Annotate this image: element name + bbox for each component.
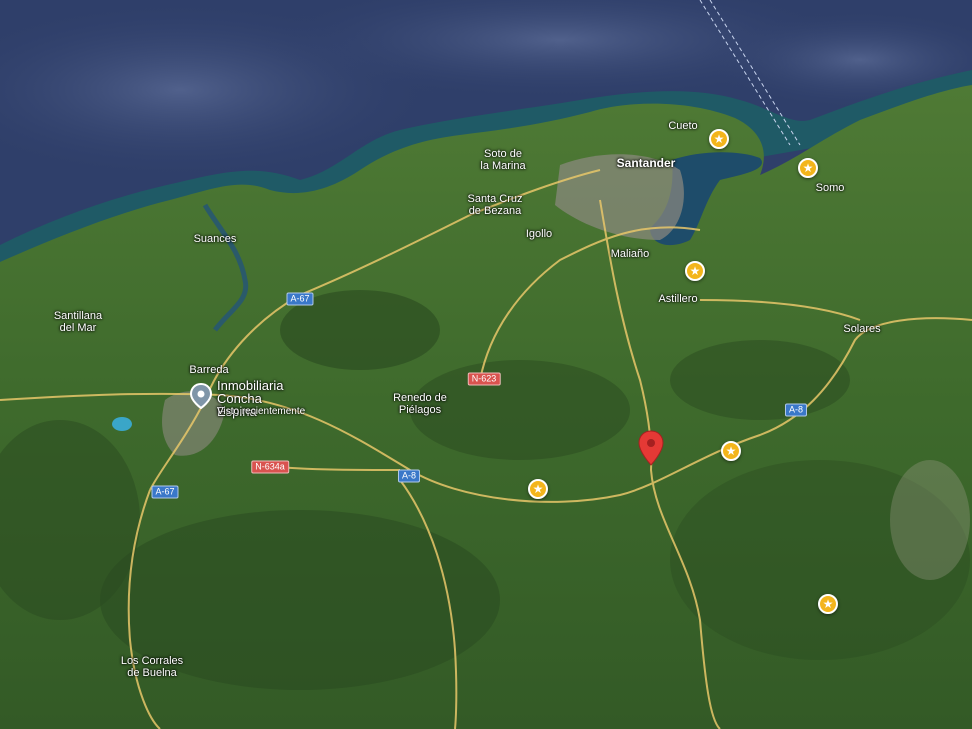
star-icon[interactable]: ★ xyxy=(721,441,741,461)
star-icon[interactable]: ★ xyxy=(709,129,729,149)
satellite-map[interactable] xyxy=(0,0,972,729)
town-label-santillana: Santillana del Mar xyxy=(53,310,103,334)
red-pin-icon[interactable] xyxy=(638,430,664,466)
road-shield-n634a: N-634a xyxy=(251,460,289,474)
star-icon[interactable]: ★ xyxy=(798,158,818,178)
town-label-renedo: Renedo de Piélagos xyxy=(393,392,447,416)
saved-place-subtitle: Visto recientemente xyxy=(217,406,306,417)
star-icon[interactable]: ★ xyxy=(685,261,705,281)
town-label-solares: Solares xyxy=(843,323,881,335)
road-shield-a67: A-67 xyxy=(151,485,179,499)
town-label-bezana: Santa Cruz de Bezana xyxy=(467,193,523,217)
town-label-somo: Somo xyxy=(815,182,845,194)
town-label-soto: Soto de la Marina xyxy=(480,148,526,172)
road-shield-a8: A-8 xyxy=(784,403,808,417)
town-label-maliano: Maliaño xyxy=(610,248,650,260)
road-shield-a8: A-8 xyxy=(397,469,421,483)
town-label-santander: Santander xyxy=(616,156,676,170)
road-shield-n623: N-623 xyxy=(467,372,501,386)
town-label-suances: Suances xyxy=(193,233,237,245)
town-label-cueto: Cueto xyxy=(668,120,698,132)
town-label-corrales: Los Corrales de Buelna xyxy=(120,655,184,679)
town-label-astillero: Astillero xyxy=(658,293,698,305)
location-pin-icon xyxy=(190,383,212,409)
road-shield-a67: A-67 xyxy=(286,292,314,306)
star-icon[interactable]: ★ xyxy=(818,594,838,614)
town-label-igollo: Igollo xyxy=(525,228,553,240)
town-label-barreda: Barreda xyxy=(189,364,229,376)
star-icon[interactable]: ★ xyxy=(528,479,548,499)
